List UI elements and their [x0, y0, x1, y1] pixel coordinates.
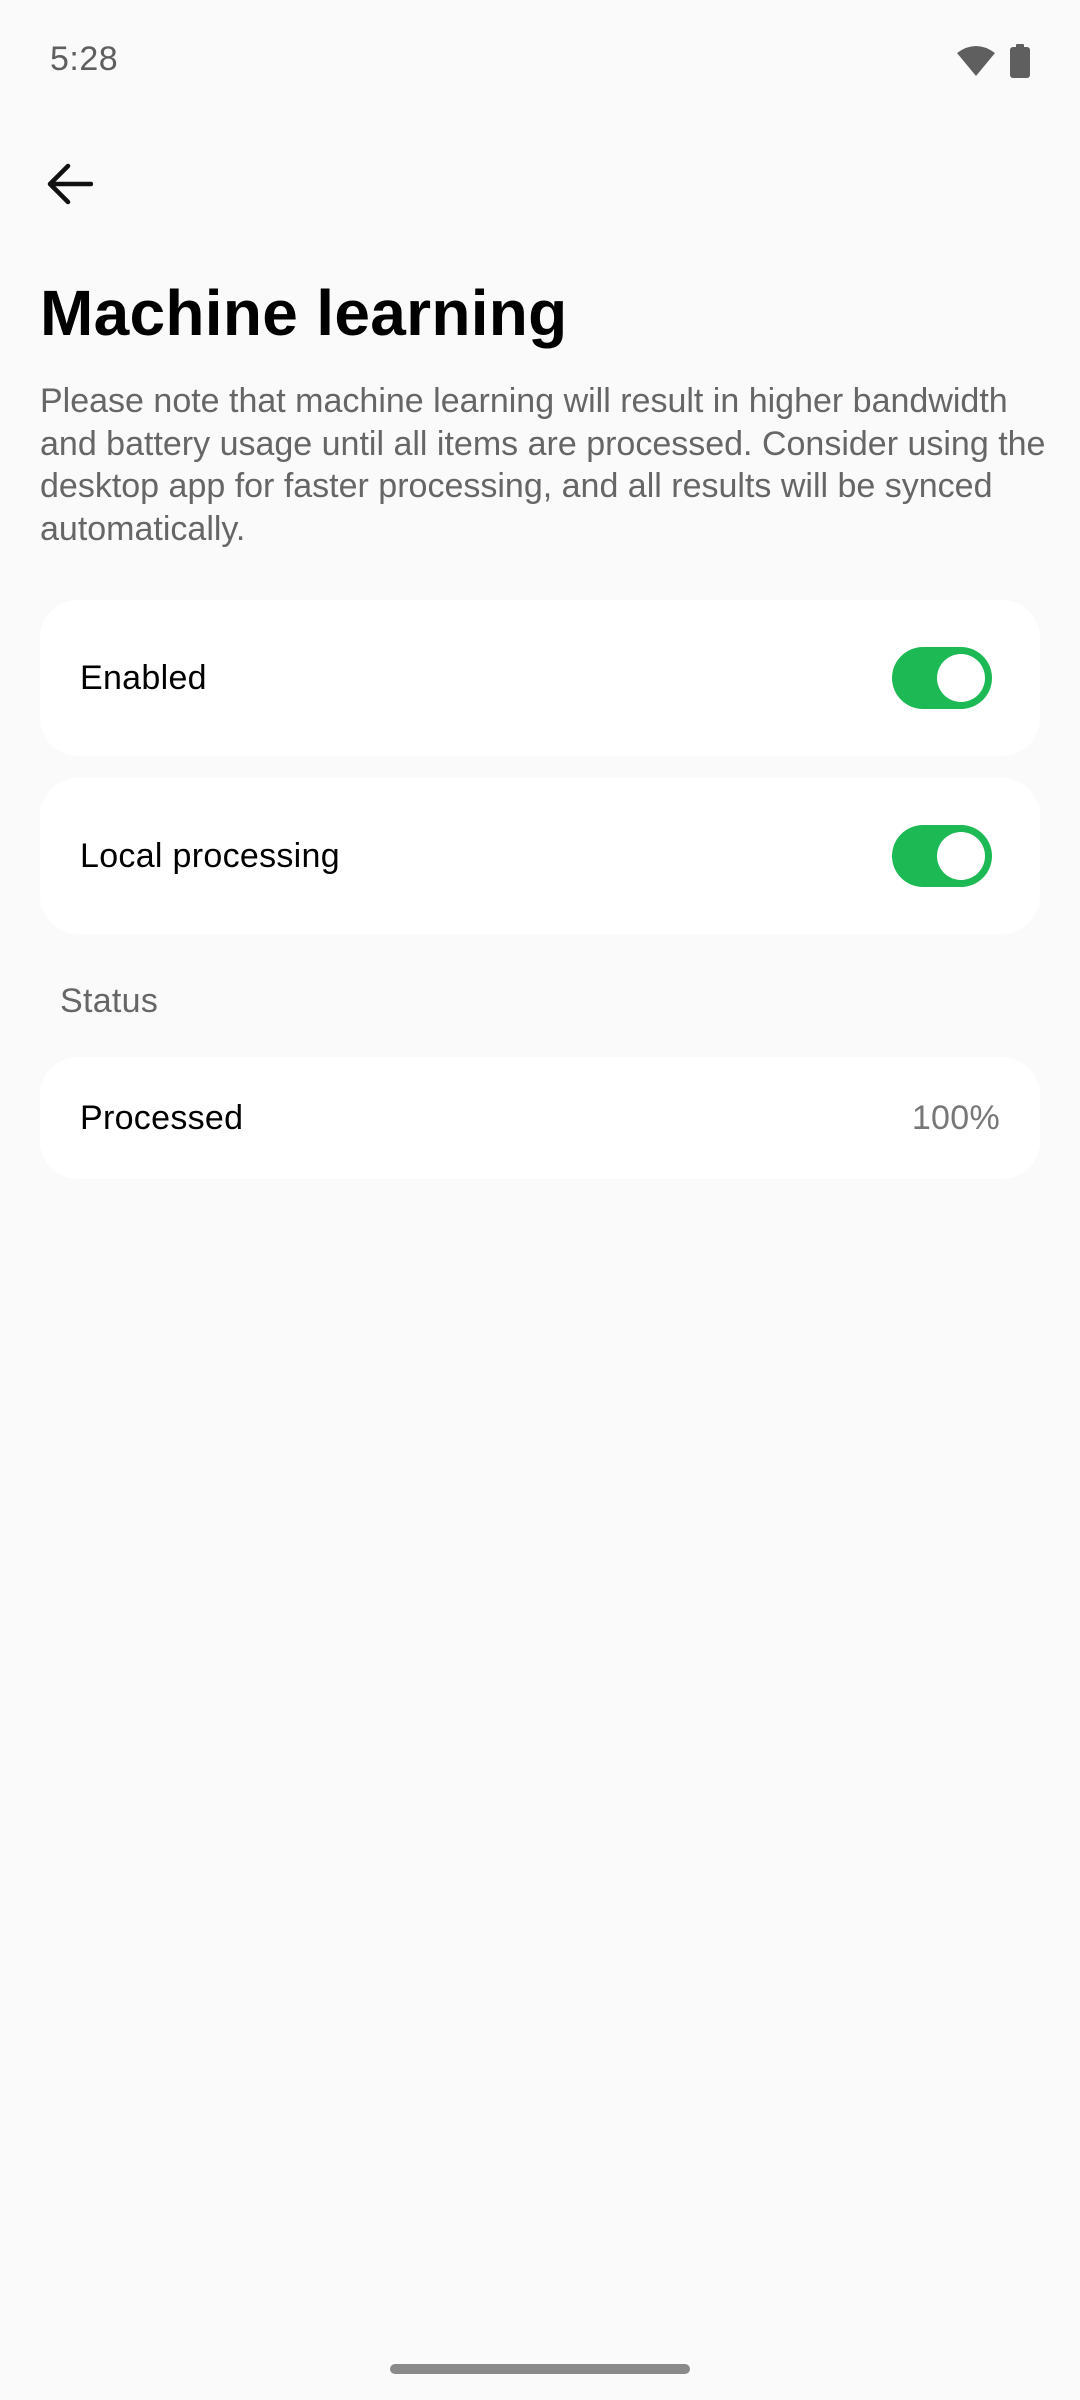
battery-icon [1010, 44, 1030, 78]
gesture-nav-handle[interactable] [390, 2364, 690, 2374]
description-text: Please note that machine learning will r… [40, 382, 1046, 548]
toggle-knob [937, 832, 985, 880]
processed-status-row: Processed 100% [40, 1057, 1040, 1179]
page-title: Machine learning [40, 277, 568, 349]
enabled-setting-row[interactable]: Enabled [40, 600, 1040, 756]
processed-label: Processed [80, 1098, 244, 1137]
processed-value: 100% [911, 1098, 1000, 1137]
status-bar: 5:28 [0, 0, 1080, 125]
toggle-knob [937, 654, 985, 702]
wifi-icon [956, 45, 996, 77]
screen: 5:28 Machine learning Please note that m… [0, 0, 1080, 2400]
local-processing-toggle[interactable] [892, 825, 992, 887]
arrow-left-icon [47, 163, 94, 210]
enabled-label: Enabled [80, 658, 207, 697]
status-section-heading: Status [60, 982, 159, 1020]
local-processing-setting-row[interactable]: Local processing [40, 778, 1040, 934]
enabled-toggle[interactable] [892, 647, 992, 709]
status-time: 5:28 [50, 40, 119, 78]
local-processing-label: Local processing [80, 836, 340, 875]
status-icons [956, 44, 1030, 78]
back-button[interactable] [30, 146, 110, 226]
